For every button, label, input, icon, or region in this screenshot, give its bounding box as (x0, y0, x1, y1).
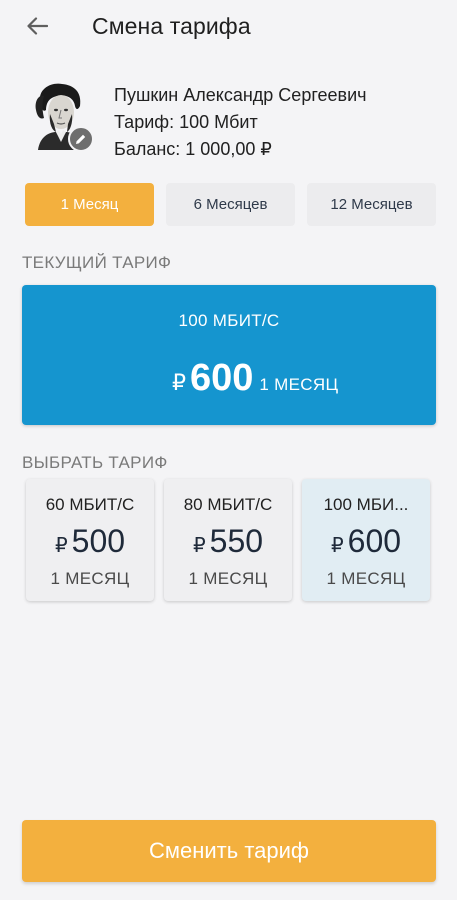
choose-tariff-heading: ВЫБРАТЬ ТАРИФ (22, 453, 168, 472)
tariff-period: 1 МЕСЯЦ (188, 569, 268, 588)
tariff-card-100[interactable]: 100 МБИ... ₽ 600 1 МЕСЯЦ (302, 479, 430, 601)
tariff-period: 1 МЕСЯЦ (50, 569, 130, 588)
ruble-icon: ₽ (54, 535, 68, 557)
tariff-price: ₽ 550 (164, 523, 292, 560)
back-button[interactable] (25, 14, 49, 38)
tariff-speed: 100 МБИ... (323, 495, 409, 514)
arrow-left-icon (27, 17, 48, 35)
tariff-period: 1 МЕСЯЦ (326, 569, 406, 588)
current-tariff-amount: 600 (190, 357, 254, 399)
change-tariff-button[interactable]: Сменить тариф (22, 820, 436, 882)
period-12-months[interactable]: 12 Месяцев (307, 183, 436, 226)
period-6-months[interactable]: 6 Месяцев (166, 183, 295, 226)
profile-block: Пушкин Александр Сергеевич Тариф: 100 Мб… (30, 80, 430, 162)
ruble-icon: ₽ (192, 535, 206, 557)
tariff-amount: 550 (209, 523, 264, 559)
pencil-icon (76, 134, 86, 144)
tariff-price: ₽ 600 (302, 523, 430, 560)
tariff-speed: 60 МБИТ/С (45, 495, 135, 514)
period-1-month[interactable]: 1 Месяц (25, 183, 154, 226)
current-tariff-speed: 100 МБИТ/С (178, 311, 280, 330)
period-selector: 1 Месяц 6 Месяцев 12 Месяцев (25, 183, 437, 226)
ruble-icon: ₽ (330, 535, 344, 557)
page-title: Смена тарифа (92, 12, 251, 39)
profile-balance: Баланс: 1 000,00 ₽ (114, 139, 272, 159)
tariff-price: ₽ 500 (26, 523, 154, 560)
tariff-speed: 80 МБИТ/С (183, 495, 273, 514)
tariff-amount: 600 (347, 523, 402, 559)
tariff-card-60[interactable]: 60 МБИТ/С ₽ 500 1 МЕСЯЦ (26, 479, 154, 601)
profile-tariff: Тариф: 100 Мбит (114, 112, 258, 132)
current-tariff-period: 1 МЕСЯЦ (259, 375, 339, 394)
ruble-icon: ₽ (172, 370, 186, 395)
tariff-amount: 500 (71, 523, 126, 559)
tariff-card-80[interactable]: 80 МБИТ/С ₽ 550 1 МЕСЯЦ (164, 479, 292, 601)
current-tariff-heading: ТЕКУЩИЙ ТАРИФ (22, 253, 172, 272)
current-tariff-price: ₽ 600 1 МЕСЯЦ (172, 357, 338, 400)
edit-avatar-button[interactable] (68, 126, 94, 152)
tariff-list: 60 МБИТ/С ₽ 500 1 МЕСЯЦ 80 МБИТ/С ₽ 550 … (26, 479, 430, 601)
current-tariff-card: 100 МБИТ/С ₽ 600 1 МЕСЯЦ (22, 285, 436, 425)
app-bar: Смена тарифа (0, 0, 457, 52)
profile-info: Пушкин Александр Сергеевич Тариф: 100 Мб… (114, 82, 367, 163)
profile-name: Пушкин Александр Сергеевич (114, 85, 367, 105)
